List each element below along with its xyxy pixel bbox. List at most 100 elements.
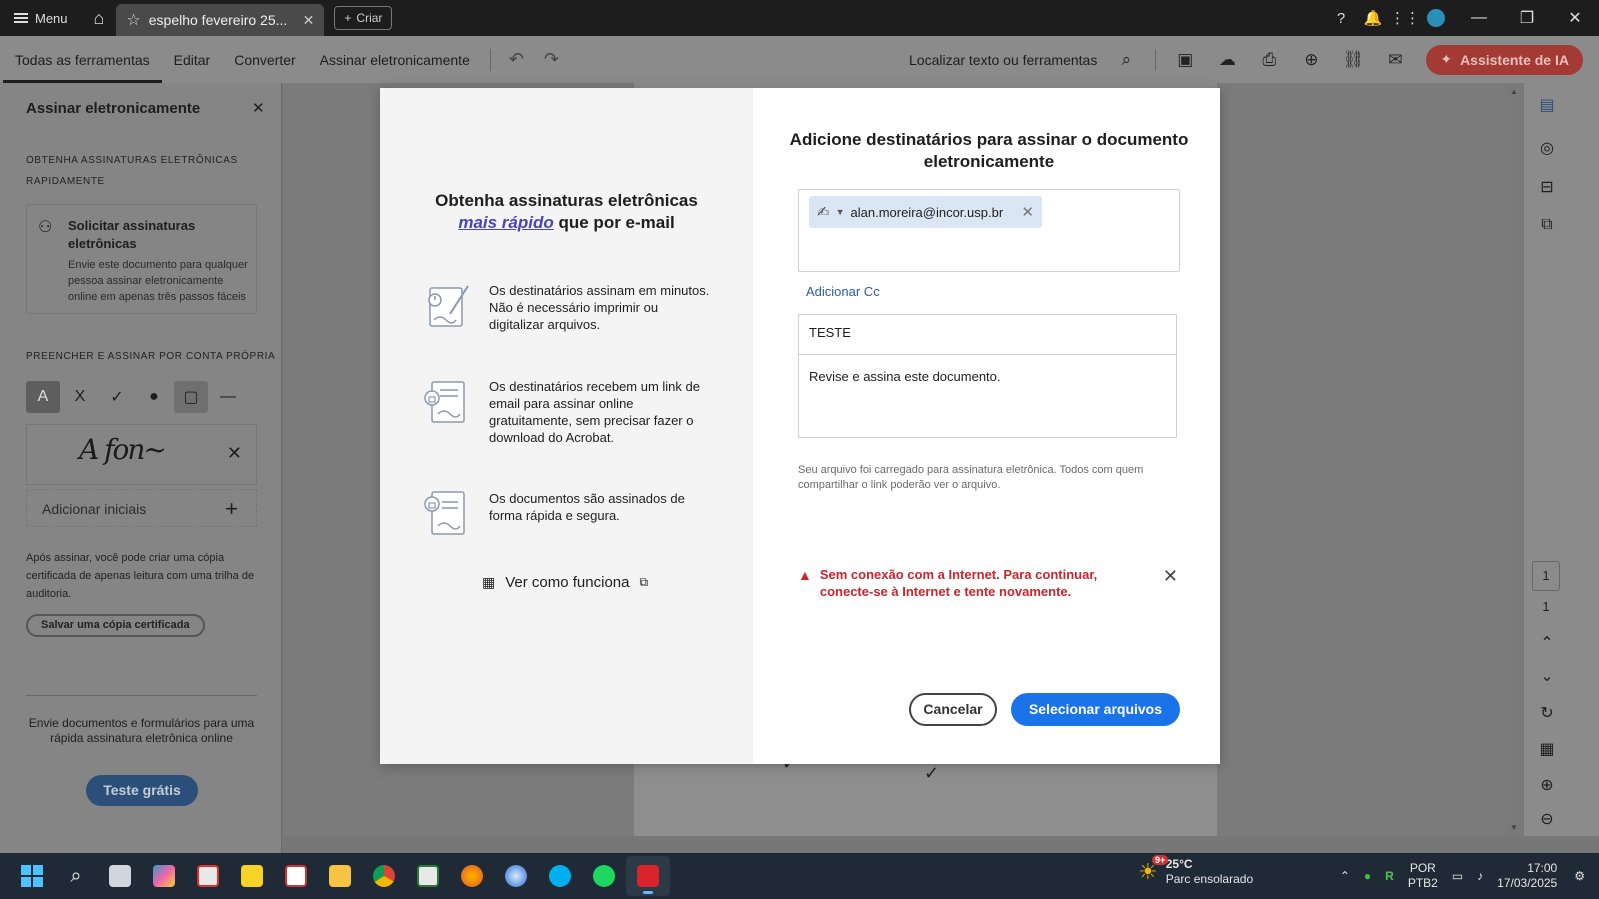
tab-all-tools[interactable]: Todas as ferramentas	[3, 36, 162, 83]
close-tab-icon[interactable]: ✕	[303, 12, 315, 29]
request-signatures-card[interactable]: ⚇ Solicitar assinaturas eletrônicas Envi…	[26, 204, 257, 314]
dot-tool-icon[interactable]: ●	[137, 381, 171, 413]
start-icon[interactable]	[10, 856, 54, 896]
redo-icon[interactable]: ↷	[534, 49, 569, 70]
form-title: Adicione destinatários para assinar o do…	[789, 130, 1189, 171]
comment-panel-icon[interactable]: ▤	[1536, 95, 1558, 115]
ai-assistant-button[interactable]: ✦ Assistente de IA	[1426, 44, 1583, 75]
annotations-icon[interactable]: ◎	[1536, 138, 1558, 158]
bell-icon[interactable]: 🔔	[1357, 9, 1389, 27]
spotify-icon[interactable]	[582, 856, 626, 896]
print-icon[interactable]: ⎙	[1248, 50, 1290, 70]
signature-box[interactable]: A fon~ ✕	[26, 424, 257, 485]
save-certified-copy-button[interactable]: Salvar uma cópia certificada	[26, 614, 205, 637]
pages-icon[interactable]: ⧉	[1536, 216, 1558, 234]
feature-text: Os destinatários recebem um link de emai…	[489, 379, 700, 445]
line-tool-icon[interactable]: —	[211, 381, 245, 413]
add-initials-box[interactable]: Adicionar iniciais +	[26, 489, 257, 527]
rectangle-tool-icon[interactable]: ▢	[174, 381, 208, 413]
upload-cloud-icon[interactable]: ☁	[1206, 50, 1248, 70]
add-cc-link[interactable]: Adicionar Cc	[806, 284, 880, 299]
cross-tool-icon[interactable]: X	[63, 381, 97, 413]
vertical-scrollbar[interactable]: ▲ ▼	[1507, 83, 1523, 836]
search-icon[interactable]: ⌕	[1105, 50, 1147, 70]
vnc-viewer-icon[interactable]	[274, 856, 318, 896]
message-field[interactable]: Revise e assina este documento.	[798, 354, 1177, 438]
snipping-tool-icon[interactable]	[186, 856, 230, 896]
home-icon[interactable]: ⌂	[82, 8, 117, 29]
notifications-icon[interactable]: ⚙	[1567, 869, 1599, 884]
link-icon[interactable]: ⛓	[1332, 50, 1374, 70]
cancel-button[interactable]: Cancelar	[909, 693, 997, 726]
volume-icon[interactable]: ♪	[1470, 869, 1490, 884]
minimize-icon[interactable]: —	[1455, 9, 1503, 27]
email-link-icon	[424, 381, 465, 423]
firefox-icon[interactable]	[450, 856, 494, 896]
tab-e-sign[interactable]: Assinar eletronicamente	[308, 36, 482, 83]
close-window-icon[interactable]: ✕	[1551, 8, 1599, 28]
security-check-icon[interactable]: ●	[1357, 869, 1378, 884]
menu-label: Menu	[35, 10, 68, 26]
remove-recipient-icon[interactable]: ✕	[1021, 203, 1034, 221]
acrobat-icon[interactable]	[626, 856, 670, 896]
chevron-up-icon[interactable]: ⌃	[1333, 869, 1357, 884]
thunderbird-icon[interactable]	[494, 856, 538, 896]
zoom-in-icon[interactable]: ⊕	[1536, 775, 1558, 795]
recipients-input[interactable]: ✍ ▼ alan.moreira@incor.usp.br ✕	[798, 189, 1180, 272]
check-tool-icon[interactable]: ✓	[100, 381, 134, 413]
app-r-icon[interactable]: R	[1378, 869, 1401, 884]
apps-grid-icon[interactable]: ⋮⋮	[1389, 9, 1421, 27]
taskbar-search-icon[interactable]: ⌕	[54, 856, 98, 896]
page-settings-icon[interactable]: ▦	[1536, 739, 1558, 759]
current-page-input[interactable]: 1	[1532, 561, 1560, 591]
clock[interactable]: 17:00 17/03/2025	[1490, 861, 1567, 891]
how-it-works-link[interactable]: ▦ Ver como funciona ⧉	[482, 574, 648, 591]
undo-icon[interactable]: ↶	[499, 49, 534, 70]
scroll-down-icon[interactable]: ▼	[1510, 823, 1518, 832]
users-icon: ⚇	[38, 219, 53, 236]
find-label[interactable]: Localizar texto ou ferramentas	[909, 52, 1097, 68]
next-page-icon[interactable]: ⌄	[1536, 666, 1558, 686]
sticky-notes-icon[interactable]	[230, 856, 274, 896]
chevron-down-icon[interactable]: ▼	[836, 207, 845, 217]
previous-page-icon[interactable]: ⌃	[1536, 633, 1558, 653]
skype-icon[interactable]	[538, 856, 582, 896]
task-view-icon[interactable]	[98, 856, 142, 896]
weather-widget[interactable]: ☀ 9+ 25°C Parc ensolarado	[1138, 855, 1253, 887]
tab-convert[interactable]: Converter	[222, 36, 307, 83]
select-files-button[interactable]: Selecionar arquivos	[1011, 693, 1180, 726]
excel-file-icon[interactable]	[406, 856, 450, 896]
delete-signature-icon[interactable]: ✕	[227, 443, 242, 464]
chrome-icon[interactable]	[362, 856, 406, 896]
document-tab[interactable]: ☆ espelho fevereiro 25... ✕	[116, 4, 325, 36]
save-icon[interactable]: ▣	[1164, 50, 1206, 70]
share-user-icon[interactable]: ⊕	[1290, 50, 1332, 70]
subject-field[interactable]: TESTE	[798, 314, 1177, 354]
restore-icon[interactable]: ❐	[1503, 8, 1551, 28]
copilot-icon[interactable]	[142, 856, 186, 896]
network-icon[interactable]: ▭	[1445, 869, 1470, 884]
request-description: Envie este documento para qualquer pesso…	[68, 259, 248, 303]
recipient-chip[interactable]: ✍ ▼ alan.moreira@incor.usp.br ✕	[809, 196, 1042, 228]
scroll-up-icon[interactable]: ▲	[1510, 87, 1518, 96]
close-panel-icon[interactable]: ✕	[252, 99, 265, 117]
info-title-part1: Obtenha assinaturas eletrônicas	[435, 191, 698, 210]
bookmark-icon[interactable]: ⊟	[1536, 177, 1558, 197]
avatar[interactable]	[1427, 9, 1445, 27]
language-indicator[interactable]: POR PTB2	[1401, 861, 1445, 891]
weather-text: 25°C Parc ensolarado	[1166, 857, 1253, 887]
tab-edit[interactable]: Editar	[162, 36, 223, 83]
create-button[interactable]: + Criar	[334, 6, 393, 30]
zoom-out-icon[interactable]: ⊖	[1536, 809, 1558, 829]
feature-text: Os destinatários assinam em minutos. Não…	[489, 283, 710, 332]
star-icon[interactable]: ☆	[126, 10, 140, 30]
text-tool-icon[interactable]: A	[26, 381, 60, 413]
dismiss-error-icon[interactable]: ✕	[1163, 566, 1178, 600]
help-icon[interactable]: ?	[1325, 10, 1357, 27]
free-trial-button[interactable]: Teste grátis	[86, 775, 198, 806]
signer-pen-icon[interactable]: ✍	[817, 203, 830, 221]
menu-button[interactable]: Menu	[0, 0, 82, 36]
email-icon[interactable]: ✉	[1374, 50, 1416, 70]
file-explorer-icon[interactable]	[318, 856, 362, 896]
rotate-icon[interactable]: ↻	[1536, 703, 1558, 723]
